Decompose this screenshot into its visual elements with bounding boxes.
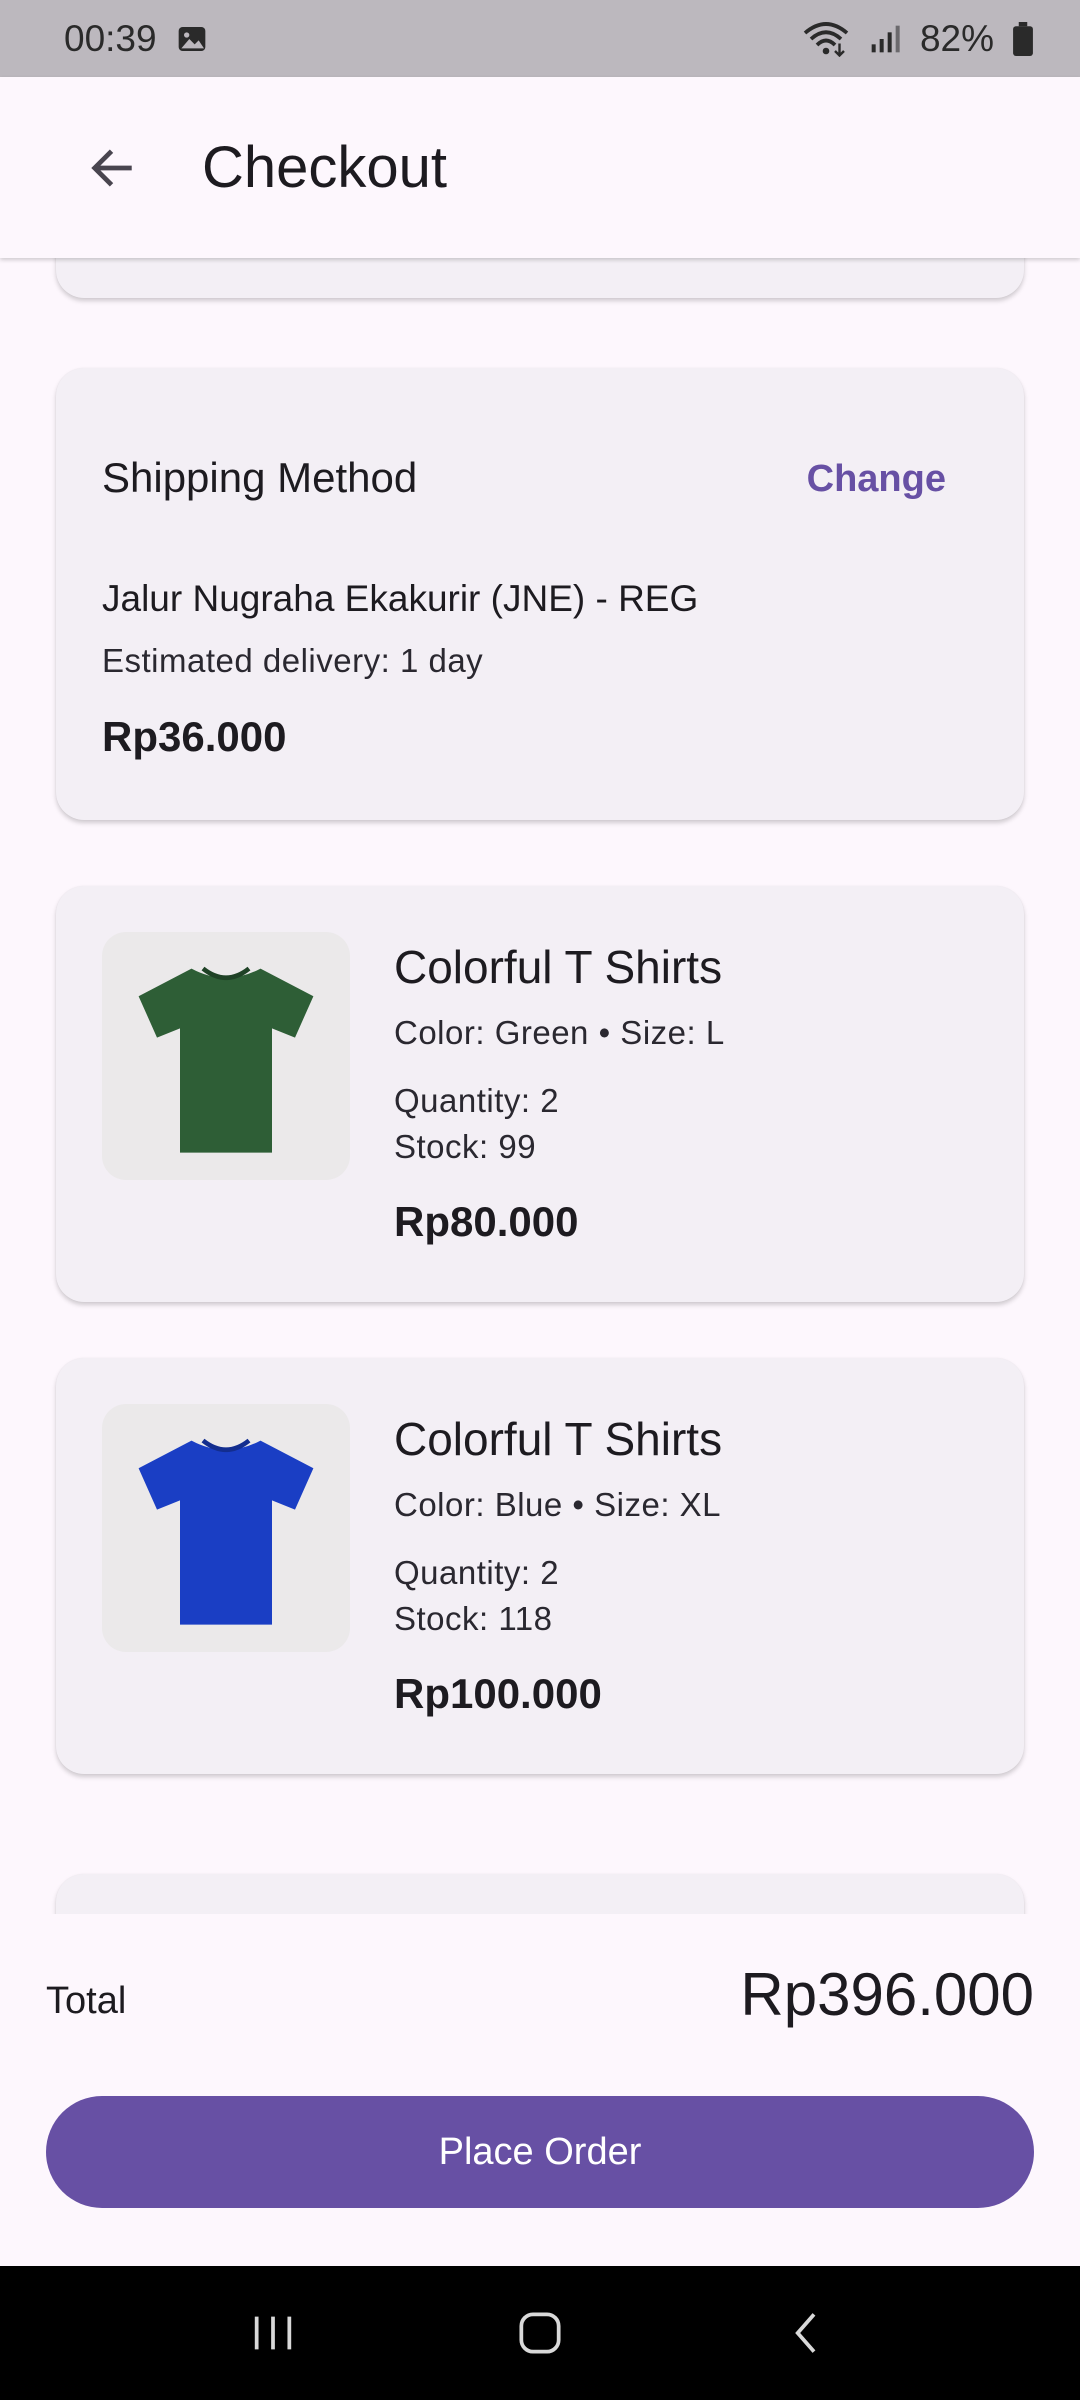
status-time: 00:39 [64, 17, 157, 59]
arrow-back-icon [91, 148, 132, 187]
back-icon [794, 2313, 816, 2353]
status-bar: 00:39 82% [0, 0, 1080, 77]
battery-percent: 82% [919, 17, 994, 59]
app-bar: Checkout [0, 77, 1080, 258]
place-order-button[interactable]: Place Order [46, 2096, 1034, 2208]
tshirt-icon [138, 966, 314, 1153]
item-price: Rp80.000 [394, 1198, 579, 1245]
item-quantity: Quantity: 2 [394, 1082, 560, 1119]
system-back-button[interactable] [762, 2288, 852, 2378]
product-image [102, 932, 350, 1180]
checkout-footer: Total Rp396.000 Place Order [0, 1914, 1080, 2266]
item-stock: Stock: 118 [394, 1600, 553, 1637]
item-name: Colorful T Shirts [394, 1413, 723, 1465]
cart-item-card: Colorful T Shirts Color: Blue • Size: XL… [56, 1358, 1024, 1774]
cart-item-card: Colorful T Shirts Color: Green • Size: L… [56, 886, 1024, 1302]
item-variant: Color: Green • Size: L [394, 1014, 725, 1051]
item-price: Rp100.000 [394, 1670, 602, 1717]
recent-apps-icon [255, 2316, 292, 2350]
checkout-content[interactable]: Shipping Method Change Jalur Nugraha Eka… [0, 258, 1080, 1914]
item-variant: Color: Blue • Size: XL [394, 1486, 722, 1523]
home-icon [519, 2312, 561, 2354]
battery-icon [1013, 21, 1033, 56]
total-label: Total [46, 1980, 127, 2022]
product-image [102, 1404, 350, 1652]
shipping-method-card: Shipping Method Change Jalur Nugraha Eka… [56, 368, 1024, 820]
address-card [56, 258, 1024, 298]
tshirt-icon [138, 1438, 314, 1625]
status-left: 00:39 [64, 18, 209, 60]
delivery-estimate: Estimated delivery: 1 day [102, 642, 484, 679]
status-right: 82% [802, 18, 1034, 60]
change-shipping-button[interactable]: Change [807, 458, 946, 501]
shipping-method-title: Shipping Method [102, 454, 418, 501]
gallery-icon [178, 26, 205, 51]
wifi-icon [803, 21, 849, 57]
page-title: Checkout [202, 135, 448, 200]
courier-name: Jalur Nugraha Ekakurir (JNE) - REG [102, 578, 699, 619]
item-name: Colorful T Shirts [394, 941, 723, 993]
item-stock: Stock: 99 [394, 1128, 537, 1165]
back-button[interactable] [64, 120, 160, 216]
recent-apps-button[interactable] [228, 2288, 318, 2378]
order-summary-card [56, 1874, 1024, 1914]
system-nav-bar [0, 2266, 1080, 2400]
item-quantity: Quantity: 2 [394, 1554, 560, 1591]
signal-icon [871, 25, 900, 52]
shipping-price: Rp36.000 [102, 713, 287, 760]
home-button[interactable] [495, 2288, 585, 2378]
total-value: Rp396.000 [740, 1961, 1034, 2028]
